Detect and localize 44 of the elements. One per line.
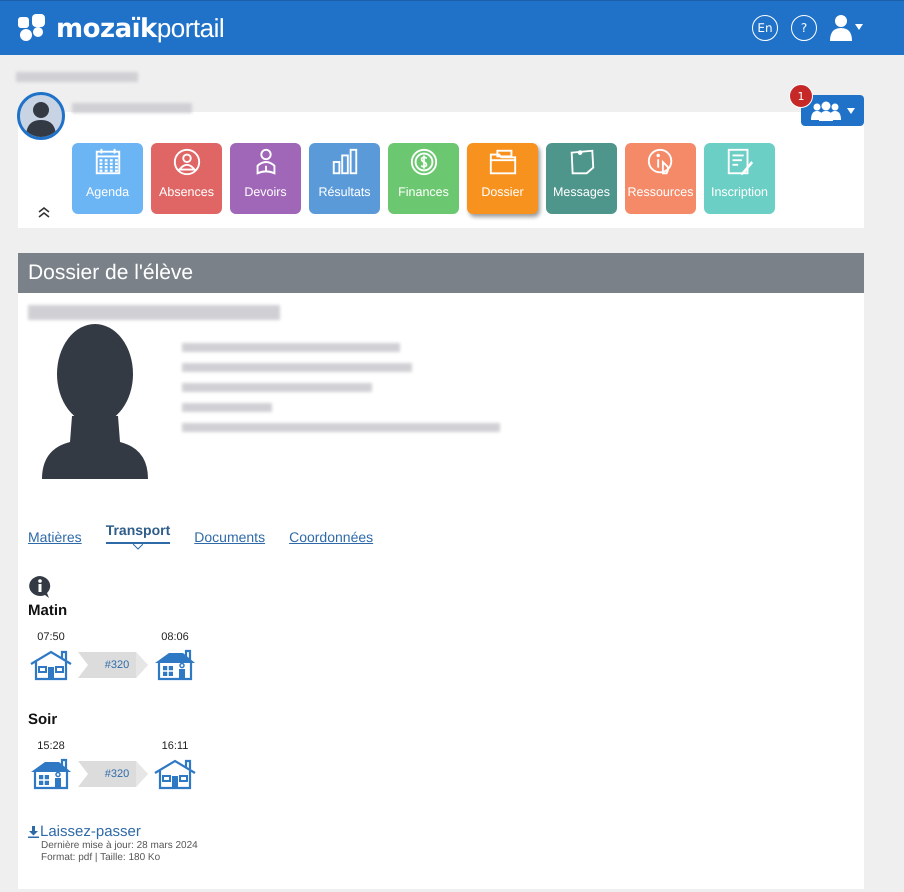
house-icon <box>153 758 197 790</box>
group-icon <box>810 100 840 120</box>
coin-icon <box>408 147 438 177</box>
folder-icon <box>488 147 518 177</box>
stop-time: 15:28 <box>37 740 65 752</box>
language-button[interactable]: En <box>752 15 778 41</box>
module-tile[interactable]: Devoirs <box>230 143 301 214</box>
bus-route: #320 <box>78 652 148 678</box>
logo-icon <box>18 14 48 42</box>
info-icon[interactable] <box>28 575 52 599</box>
avatar-icon <box>17 92 65 140</box>
bus-route: #320 <box>78 761 148 787</box>
school-icon <box>153 649 197 681</box>
trip-title: Matin <box>28 602 68 619</box>
logo-text: mozaïkportail <box>56 12 224 44</box>
user-menu-button[interactable] <box>830 15 864 41</box>
tab[interactable]: Matières <box>28 525 82 555</box>
download-link[interactable]: Laissez-passer <box>28 823 198 840</box>
module-tile[interactable]: Finances <box>388 143 459 214</box>
stop-time: 08:06 <box>161 631 189 643</box>
panel-title: Dossier de l'élève <box>18 253 864 293</box>
module-tile[interactable]: Résultats <box>309 143 380 214</box>
update-date: Dernière mise à jour: 28 mars 2024 <box>41 840 198 852</box>
stop-time: 07:50 <box>37 631 65 643</box>
module-tile[interactable]: Agenda <box>72 143 143 214</box>
notification-badge: 1 <box>789 84 813 108</box>
module-tile[interactable]: Messages <box>546 143 617 214</box>
collapse-icon[interactable] <box>37 206 51 218</box>
module-tile[interactable]: Dossier <box>467 143 538 214</box>
help-button[interactable]: ? <box>791 15 817 41</box>
school-icon <box>29 758 73 790</box>
trip-title: Soir <box>28 711 58 728</box>
person-icon <box>172 147 202 177</box>
stop-time: 16:11 <box>162 740 188 752</box>
tab[interactable]: Transport <box>106 522 170 552</box>
module-tile[interactable]: Ressources <box>625 143 696 214</box>
tab[interactable]: Coordonnées <box>289 525 374 555</box>
house-icon <box>29 649 73 681</box>
tab[interactable]: Documents <box>194 525 266 555</box>
student-photo-icon <box>42 324 148 479</box>
caret-icon <box>132 544 143 550</box>
file-details: Format: pdf | Taille: 180 Ko <box>41 852 162 864</box>
download-icon <box>28 826 39 838</box>
module-tile[interactable]: Absences <box>151 143 222 214</box>
